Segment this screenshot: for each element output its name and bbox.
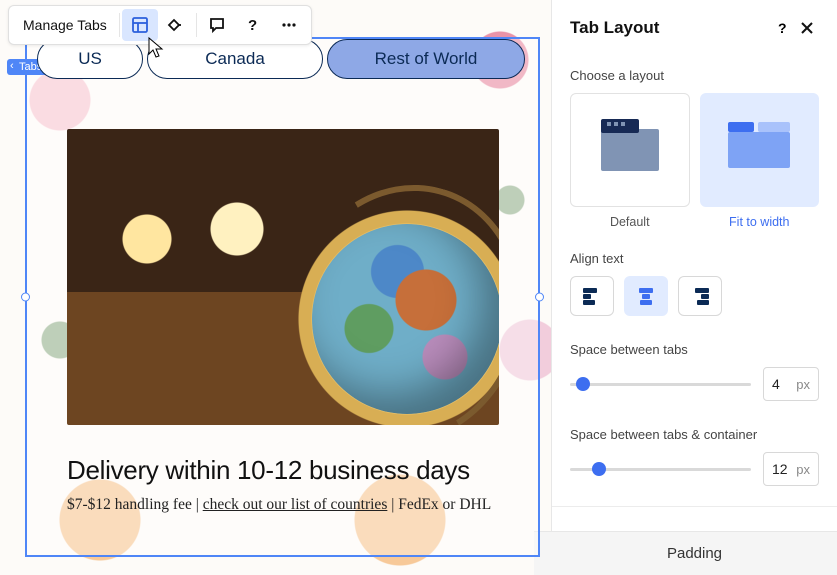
tab-us[interactable]: US: [37, 39, 143, 79]
tab-rest-of-world[interactable]: Rest of World: [327, 39, 525, 79]
divider: [552, 506, 837, 507]
space-tabs-container-slider[interactable]: [570, 454, 751, 484]
resize-handle-left[interactable]: [21, 293, 30, 302]
cursor-icon: [147, 36, 167, 60]
tab-strip: US Canada Rest of World: [37, 39, 528, 79]
tab-content: Delivery within 10-12 business days $7-$…: [67, 129, 498, 514]
layout-caption-fit: Fit to width: [700, 215, 820, 229]
layout-caption-default: Default: [570, 215, 690, 229]
resize-handle-right[interactable]: [535, 293, 544, 302]
panel-title: Tab Layout: [570, 18, 771, 38]
content-headline[interactable]: Delivery within 10-12 business days: [67, 455, 498, 486]
svg-text:?: ?: [778, 20, 787, 36]
space-tabs-container-input[interactable]: 12px: [763, 452, 819, 486]
separator: [119, 13, 120, 37]
handling-fee-text: $7-$12 handling fee |: [67, 496, 203, 513]
tabs-widget-selection[interactable]: Tabs US Canada Rest of World Delivery wi…: [25, 37, 540, 557]
align-text-label: Align text: [570, 251, 819, 266]
choose-layout-label: Choose a layout: [570, 68, 819, 83]
align-left-button[interactable]: [570, 276, 614, 316]
tab-layout-panel: Tab Layout ? Choose a layout Default Fit…: [551, 0, 837, 575]
content-subline[interactable]: $7-$12 handling fee | check out our list…: [67, 496, 498, 514]
separator: [196, 13, 197, 37]
space-between-tabs-slider[interactable]: [570, 369, 751, 399]
panel-help-icon[interactable]: ?: [771, 16, 795, 40]
comment-icon[interactable]: [199, 9, 235, 41]
shipping-text: | FedEx or DHL: [387, 496, 491, 513]
manage-tabs-button[interactable]: Manage Tabs: [13, 17, 117, 33]
layout-option-default[interactable]: [570, 93, 690, 207]
globe-image[interactable]: [67, 129, 499, 425]
layout-option-fit-to-width[interactable]: [700, 93, 820, 207]
more-icon[interactable]: [271, 9, 307, 41]
countries-link[interactable]: check out our list of countries: [203, 496, 388, 513]
close-icon[interactable]: [795, 16, 819, 40]
align-center-button[interactable]: [624, 276, 668, 316]
svg-text:?: ?: [248, 17, 257, 34]
space-between-tabs-label: Space between tabs: [570, 342, 819, 357]
padding-section[interactable]: Padding: [534, 531, 837, 575]
align-right-button[interactable]: [678, 276, 722, 316]
space-between-tabs-input[interactable]: 4px: [763, 367, 819, 401]
space-tabs-container-label: Space between tabs & container: [570, 427, 819, 442]
tab-canada[interactable]: Canada: [147, 39, 323, 79]
help-icon[interactable]: ?: [235, 9, 271, 41]
